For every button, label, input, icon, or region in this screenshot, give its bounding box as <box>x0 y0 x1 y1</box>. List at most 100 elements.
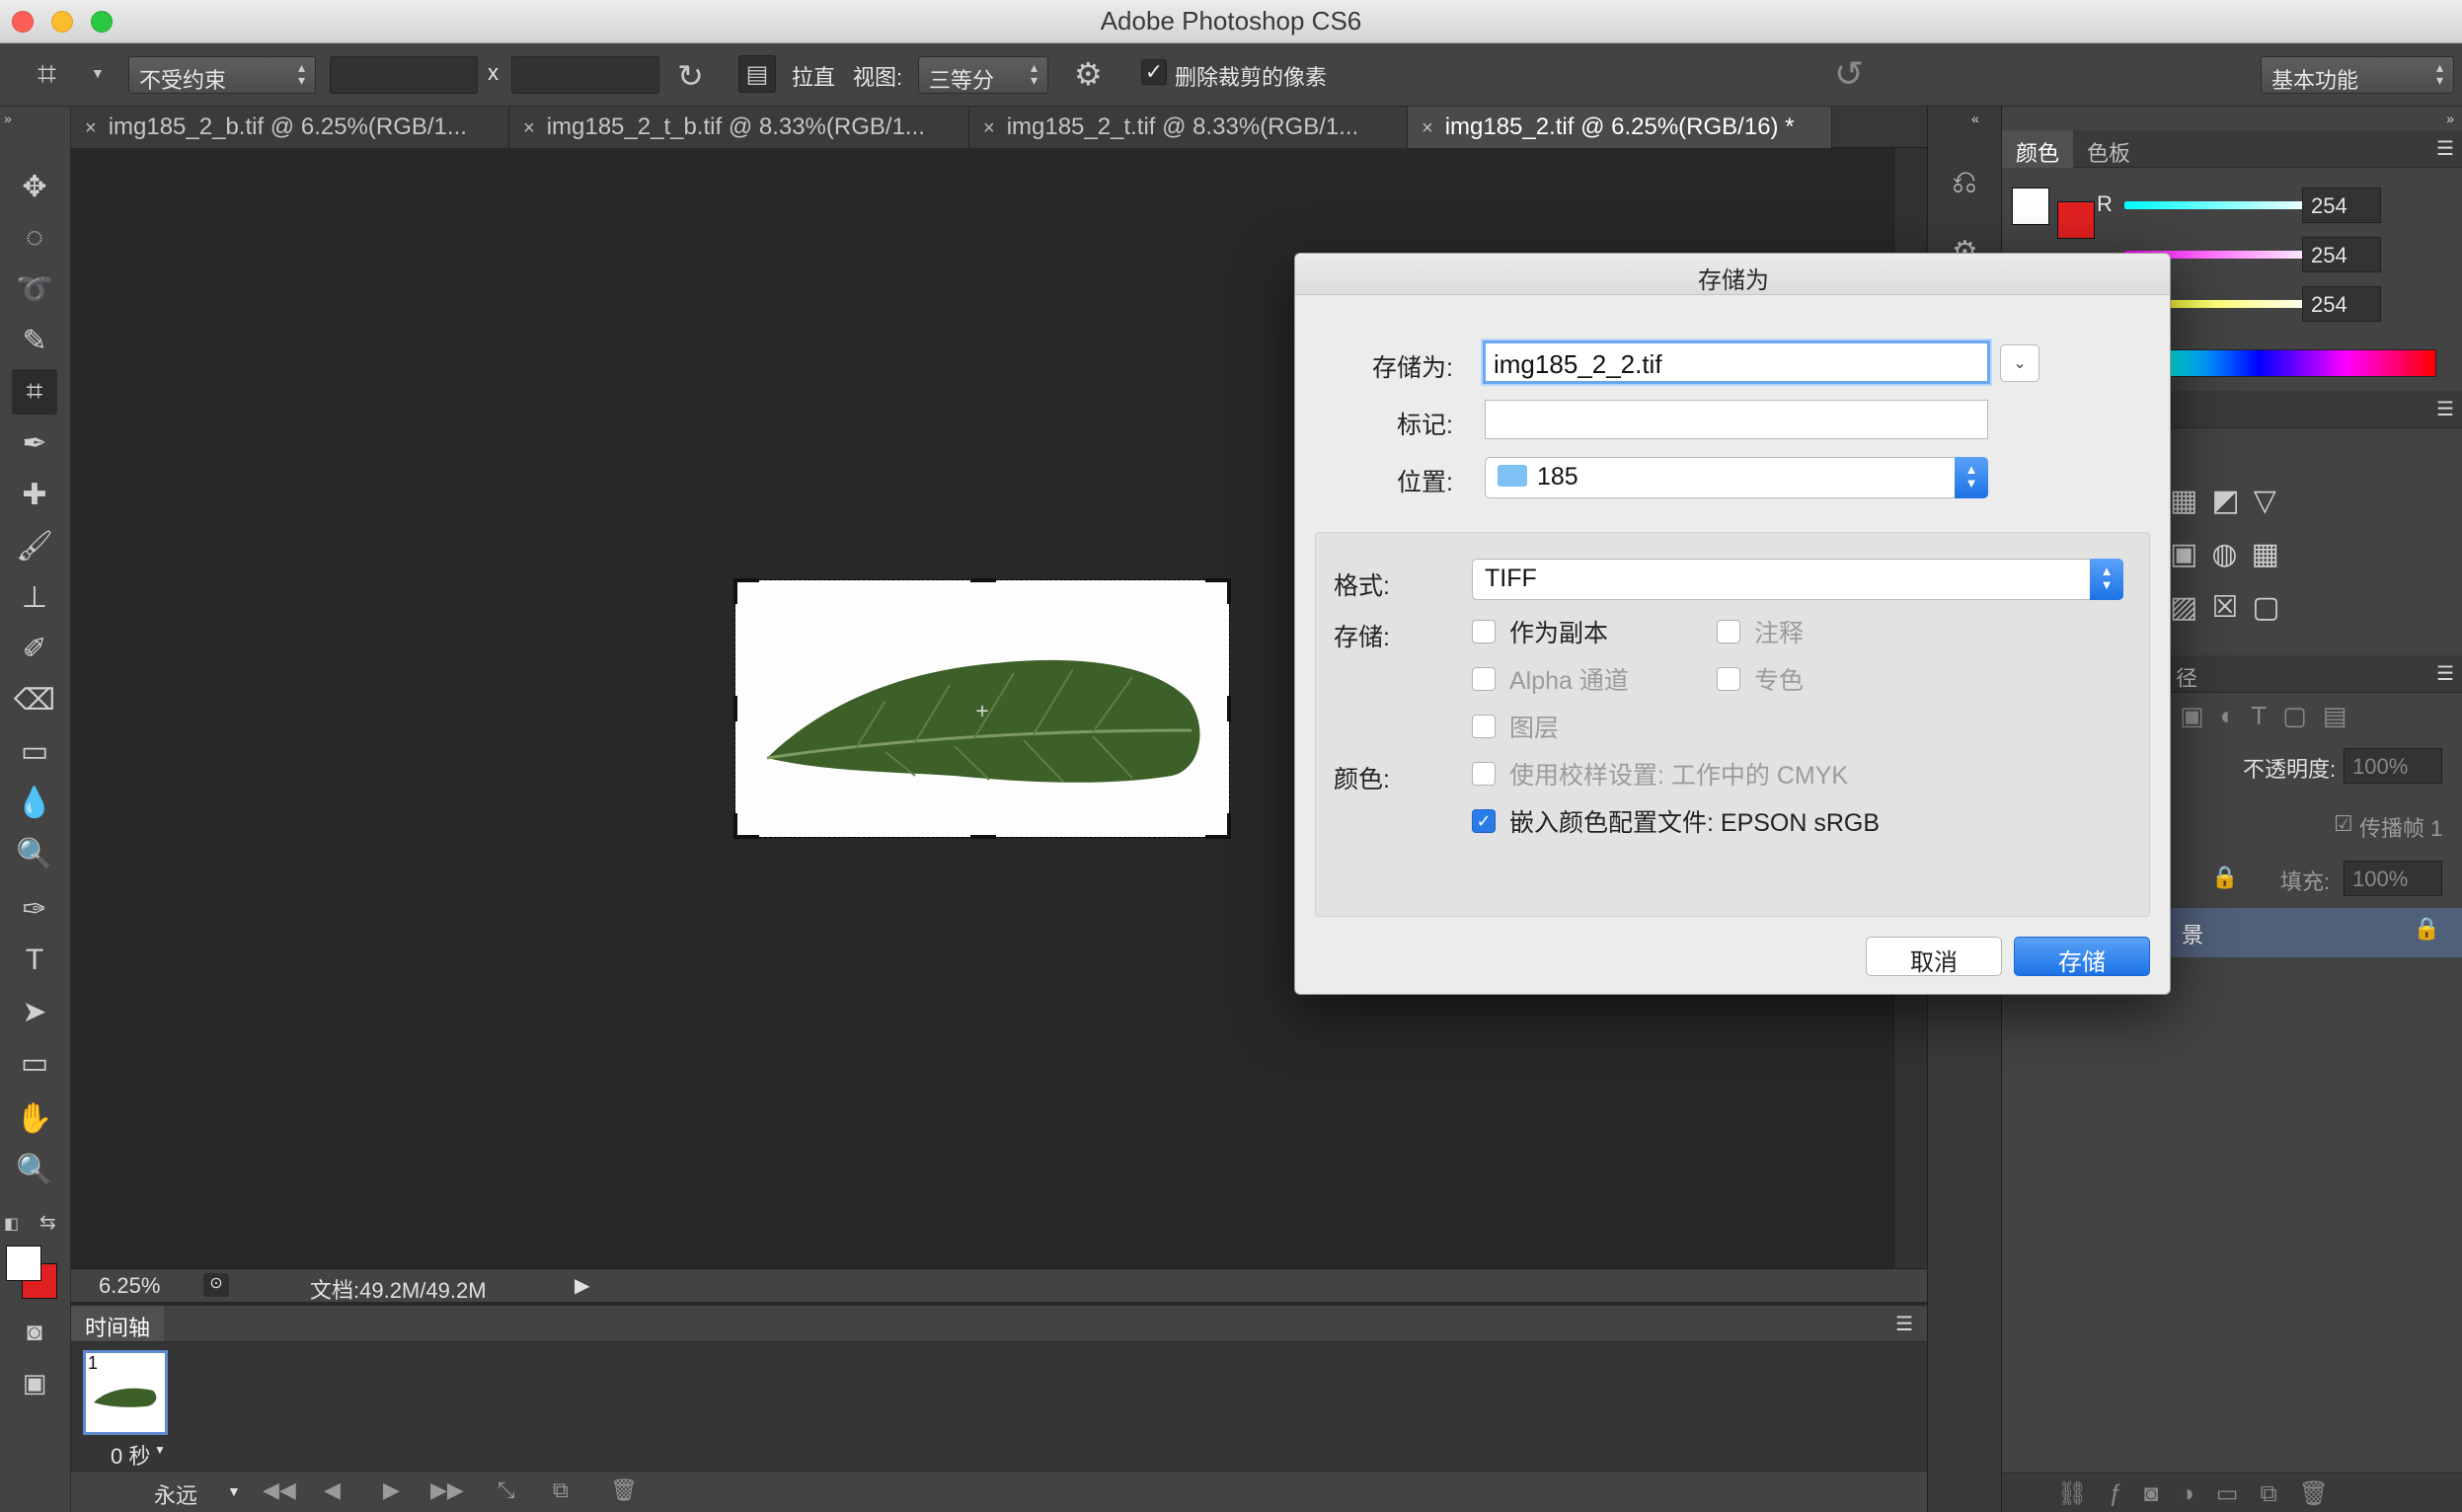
panel-menu-icon[interactable]: ☰ <box>2436 661 2454 686</box>
collapse-panel-icon[interactable]: « <box>1971 111 1979 126</box>
swap-dimensions-icon[interactable]: ↻ <box>677 57 704 95</box>
r-value[interactable]: 254 <box>2302 188 2381 223</box>
move-tool-icon[interactable]: ✥ <box>12 164 57 209</box>
delete-cropped-checkbox[interactable]: ✓ <box>1141 59 1167 85</box>
collapse-panel-icon[interactable]: » <box>4 111 12 126</box>
quick-select-tool-icon[interactable]: ✎ <box>12 318 57 363</box>
play-icon[interactable]: ▶ <box>383 1477 400 1503</box>
loop-select[interactable]: 永远 <box>154 1478 197 1510</box>
propagate-checkbox[interactable]: ☑ <box>2334 811 2353 837</box>
history-panel-icon[interactable]: ⎌ <box>1952 164 1977 201</box>
crop-handle[interactable] <box>733 696 737 721</box>
close-icon[interactable]: × <box>983 117 995 139</box>
background-color-swatch[interactable] <box>2057 201 2095 239</box>
cancel-button[interactable]: 取消 <box>1866 937 2002 976</box>
adjustment-icons-row[interactable]: ▦◩▽ <box>2170 484 2290 518</box>
location-select[interactable]: 185 ▲ ▼ <box>1485 457 1988 498</box>
zoom-level[interactable]: 6.25% <box>99 1273 160 1299</box>
icc-checkbox[interactable]: ✓ <box>1472 809 1496 833</box>
icc-option[interactable]: ✓ 嵌入颜色配置文件: EPSON sRGB <box>1472 803 1880 839</box>
opacity-value[interactable]: 100% <box>2344 748 2442 784</box>
eraser-tool-icon[interactable]: ⌫ <box>12 677 57 722</box>
g-value[interactable]: 254 <box>2302 237 2381 272</box>
hand-tool-icon[interactable]: ✋ <box>12 1096 57 1141</box>
marquee-tool-icon[interactable]: ◌ <box>12 215 57 261</box>
path-select-tool-icon[interactable]: ➤ <box>12 989 57 1034</box>
previous-frame-icon[interactable]: ◀ <box>324 1477 341 1503</box>
adjustment-icons-row[interactable]: ▨☒▢ <box>2170 590 2294 625</box>
reset-crop-icon[interactable]: ↺ <box>1834 53 1864 95</box>
default-colors-icon[interactable]: ◧ <box>4 1214 19 1234</box>
tween-icon[interactable]: ⤡ <box>498 1477 515 1503</box>
crop-handle[interactable] <box>733 813 759 839</box>
save-button[interactable]: 存储 <box>2014 937 2150 976</box>
pen-tool-icon[interactable]: ✑ <box>12 886 57 932</box>
crop-height-input[interactable] <box>511 56 659 94</box>
adjustment-icons-row[interactable]: ▣◍▦ <box>2170 537 2293 571</box>
layer-action-icons[interactable]: ⛓ƒ◙◑▭⧉🗑 <box>2057 1479 2350 1508</box>
quick-mask-icon[interactable]: ◙ <box>12 1309 57 1354</box>
timeline-tab[interactable]: 时间轴 <box>71 1306 165 1341</box>
eyedropper-tool-icon[interactable]: ✒ <box>12 420 57 466</box>
straighten-label[interactable]: 拉直 <box>792 60 835 92</box>
status-menu-arrow-icon[interactable]: ▶ <box>575 1273 589 1298</box>
blur-tool-icon[interactable]: 💧 <box>12 780 57 825</box>
foreground-color-swatch[interactable] <box>6 1246 41 1281</box>
color-spectrum[interactable] <box>2170 349 2436 377</box>
swap-colors-icon[interactable]: ⇆ <box>39 1210 56 1235</box>
crop-handle[interactable] <box>1205 813 1231 839</box>
tab-color[interactable]: 颜色 <box>2002 130 2074 168</box>
tags-input[interactable] <box>1485 400 1988 439</box>
type-tool-icon[interactable]: T <box>12 938 57 983</box>
chevron-down-icon[interactable]: ▼ <box>91 65 105 81</box>
duplicate-frame-icon[interactable]: ⧉ <box>553 1477 569 1503</box>
close-icon[interactable]: × <box>1422 117 1433 139</box>
layer-filter-icons[interactable]: ▣◐T▢▤ <box>2180 701 2362 731</box>
b-value[interactable]: 254 <box>2302 286 2381 322</box>
trash-icon[interactable]: 🗑 <box>610 1477 638 1503</box>
crop-handle[interactable] <box>970 835 996 839</box>
doc-tab[interactable]: × img185_2_t_b.tif @ 8.33%(RGB/1... <box>509 107 969 148</box>
panel-menu-icon[interactable]: ☰ <box>1895 1312 1913 1336</box>
ratio-select[interactable]: 不受约束 ▴ ▾ <box>128 56 316 94</box>
document-canvas[interactable]: + <box>733 578 1231 839</box>
panel-menu-icon[interactable]: ☰ <box>2436 397 2454 421</box>
status-proof-icon[interactable]: ⊙ <box>203 1273 229 1297</box>
crop-handle[interactable] <box>1205 578 1231 604</box>
fill-value[interactable]: 100% <box>2344 861 2442 896</box>
timeline-frame[interactable]: 1 <box>83 1350 168 1435</box>
gear-icon[interactable]: ⚙ <box>1074 55 1103 93</box>
frame-delay[interactable]: 0 秒 <box>111 1439 150 1471</box>
layer-row[interactable]: 景 🔒 <box>2166 908 2462 957</box>
shape-tool-icon[interactable]: ▭ <box>12 1040 57 1086</box>
close-icon[interactable]: × <box>85 117 97 139</box>
crop-handle[interactable] <box>733 578 759 604</box>
chevron-down-icon[interactable]: ▼ <box>227 1483 241 1499</box>
crop-handle[interactable] <box>1227 696 1231 721</box>
tab-swatches[interactable]: 色板 <box>2073 130 2144 168</box>
foreground-color-swatch[interactable] <box>2012 188 2049 225</box>
collapse-panel-icon[interactable]: » <box>2446 111 2454 126</box>
dodge-tool-icon[interactable]: 🔍 <box>12 831 57 876</box>
doc-tab[interactable]: × img185_2_t.tif @ 8.33%(RGB/1... <box>969 107 1408 148</box>
chevron-down-icon[interactable]: ▼ <box>154 1443 166 1457</box>
healing-brush-tool-icon[interactable]: ✚ <box>12 472 57 517</box>
screen-mode-icon[interactable]: ▣ <box>12 1360 57 1405</box>
doc-tab-active[interactable]: × img185_2.tif @ 6.25%(RGB/16) * <box>1408 107 1832 148</box>
crop-tool-icon[interactable]: ⌗ <box>12 369 57 415</box>
next-frame-icon[interactable]: ▶▶ <box>430 1477 464 1503</box>
as-copy-option[interactable]: 作为副本 <box>1472 614 1608 649</box>
filename-input[interactable]: img185_2_2.tif <box>1483 340 1990 384</box>
crop-handle[interactable] <box>970 578 996 582</box>
stamp-tool-icon[interactable]: ⊥ <box>12 574 57 620</box>
zoom-tool-icon[interactable]: 🔍 <box>12 1147 57 1192</box>
as-copy-checkbox[interactable] <box>1472 620 1496 643</box>
expand-dialog-button[interactable]: ⌄ <box>2000 344 2039 382</box>
format-select[interactable]: TIFF ▲ ▼ <box>1472 559 2123 600</box>
close-icon[interactable]: × <box>523 117 535 139</box>
r-slider[interactable] <box>2124 201 2320 209</box>
lasso-tool-icon[interactable]: ➰ <box>12 266 57 312</box>
history-brush-tool-icon[interactable]: ✐ <box>12 626 57 671</box>
brush-tool-icon[interactable]: 🖌 <box>12 523 57 568</box>
crop-width-input[interactable] <box>330 56 478 94</box>
